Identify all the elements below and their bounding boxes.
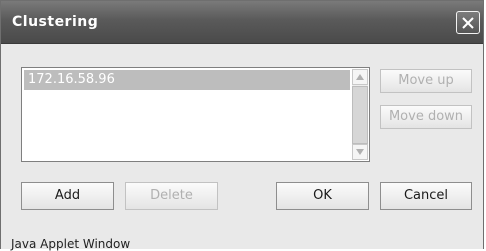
add-button[interactable]: Add — [21, 182, 114, 210]
title-bar: Clustering — [1, 1, 483, 44]
move-up-button[interactable]: Move up — [380, 69, 472, 93]
clustering-dialog: Clustering 172.16.58.96 Move up Move dow… — [0, 0, 484, 251]
close-button[interactable] — [456, 11, 480, 34]
window-title: Clustering — [12, 14, 99, 30]
close-icon — [462, 17, 474, 29]
list-item[interactable]: 172.16.58.96 — [24, 70, 350, 90]
scroll-up-button[interactable] — [352, 69, 368, 85]
scroll-thumb[interactable] — [352, 86, 368, 144]
delete-button[interactable]: Delete — [125, 182, 218, 210]
move-down-button[interactable]: Move down — [380, 105, 472, 129]
ok-button[interactable]: OK — [276, 182, 369, 210]
scroll-down-button[interactable] — [352, 144, 368, 160]
arrow-down-icon — [356, 149, 364, 155]
vertical-scrollbar[interactable] — [352, 69, 368, 160]
server-list[interactable]: 172.16.58.96 — [21, 67, 370, 162]
arrow-up-icon — [356, 74, 364, 80]
cancel-button[interactable]: Cancel — [380, 182, 472, 210]
